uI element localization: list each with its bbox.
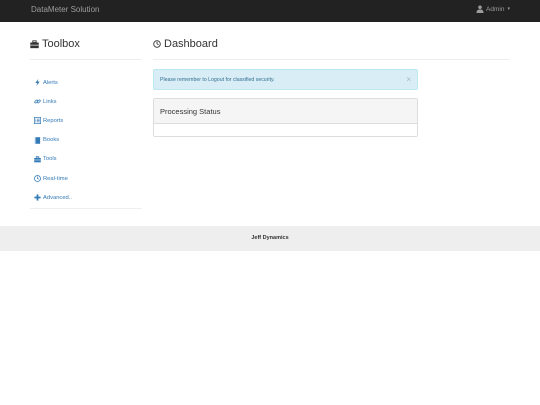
sidebar-divider-top bbox=[30, 59, 142, 60]
sidebar-nav: Alerts Links Reports Books Tools Real-ti… bbox=[34, 73, 72, 207]
close-icon[interactable]: × bbox=[406, 75, 411, 84]
clock-icon bbox=[34, 175, 41, 182]
sidebar: Toolbox Alerts Links Reports Books Tools… bbox=[30, 38, 142, 209]
user-menu-toggle[interactable]: Admin ▾ bbox=[476, 5, 510, 13]
sidebar-title: Toolbox bbox=[42, 38, 80, 50]
link-icon bbox=[34, 99, 41, 104]
page-title: Dashboard bbox=[153, 38, 510, 50]
sidebar-item-label: Links bbox=[43, 98, 57, 105]
briefcase-icon bbox=[30, 39, 39, 48]
sidebar-item-label: Tools bbox=[43, 156, 57, 163]
sidebar-item-label: Books bbox=[43, 137, 60, 144]
main-content: Dashboard Please remember to Logout for … bbox=[153, 38, 510, 137]
user-menu-label: Admin bbox=[486, 5, 505, 13]
title-divider bbox=[153, 59, 510, 60]
panel-title: Processing Status bbox=[160, 107, 221, 116]
info-alert: Please remember to Logout for classified… bbox=[153, 69, 418, 90]
sidebar-item-advanced[interactable]: Advanced.. bbox=[34, 188, 72, 207]
brand-link[interactable]: DataMeter Solution bbox=[31, 5, 99, 14]
sidebar-item-alerts[interactable]: Alerts bbox=[34, 73, 72, 92]
sidebar-item-label: Advanced.. bbox=[43, 194, 73, 201]
panel-heading: Processing Status bbox=[154, 99, 417, 124]
sidebar-item-label: Alerts bbox=[43, 79, 58, 86]
footer-text: Jeff Dynamics bbox=[251, 235, 289, 241]
list-alt-icon bbox=[34, 117, 41, 125]
alert-message: Please remember to Logout for classified… bbox=[160, 77, 275, 83]
caret-down-icon: ▾ bbox=[507, 6, 510, 12]
sidebar-item-label: Reports bbox=[43, 117, 64, 124]
sidebar-divider-bottom bbox=[30, 208, 142, 209]
user-icon bbox=[476, 5, 484, 13]
sidebar-item-label: Real-time bbox=[43, 175, 68, 182]
page-title-text: Dashboard bbox=[164, 38, 218, 50]
plus-icon bbox=[34, 194, 41, 201]
dashboard-icon bbox=[153, 40, 161, 48]
sidebar-item-reports[interactable]: Reports bbox=[34, 111, 72, 130]
sidebar-item-books[interactable]: Books bbox=[34, 131, 72, 150]
flash-icon bbox=[35, 79, 40, 87]
sidebar-heading: Toolbox bbox=[30, 38, 142, 50]
briefcase-icon bbox=[34, 156, 41, 163]
sidebar-item-tools[interactable]: Tools bbox=[34, 150, 72, 169]
top-navbar: DataMeter Solution Admin ▾ bbox=[0, 0, 540, 22]
processing-status-panel: Processing Status bbox=[153, 98, 418, 137]
book-icon bbox=[34, 136, 41, 144]
footer: Jeff Dynamics bbox=[0, 226, 540, 251]
sidebar-item-links[interactable]: Links bbox=[34, 92, 72, 111]
sidebar-item-real-time[interactable]: Real-time bbox=[34, 169, 72, 188]
